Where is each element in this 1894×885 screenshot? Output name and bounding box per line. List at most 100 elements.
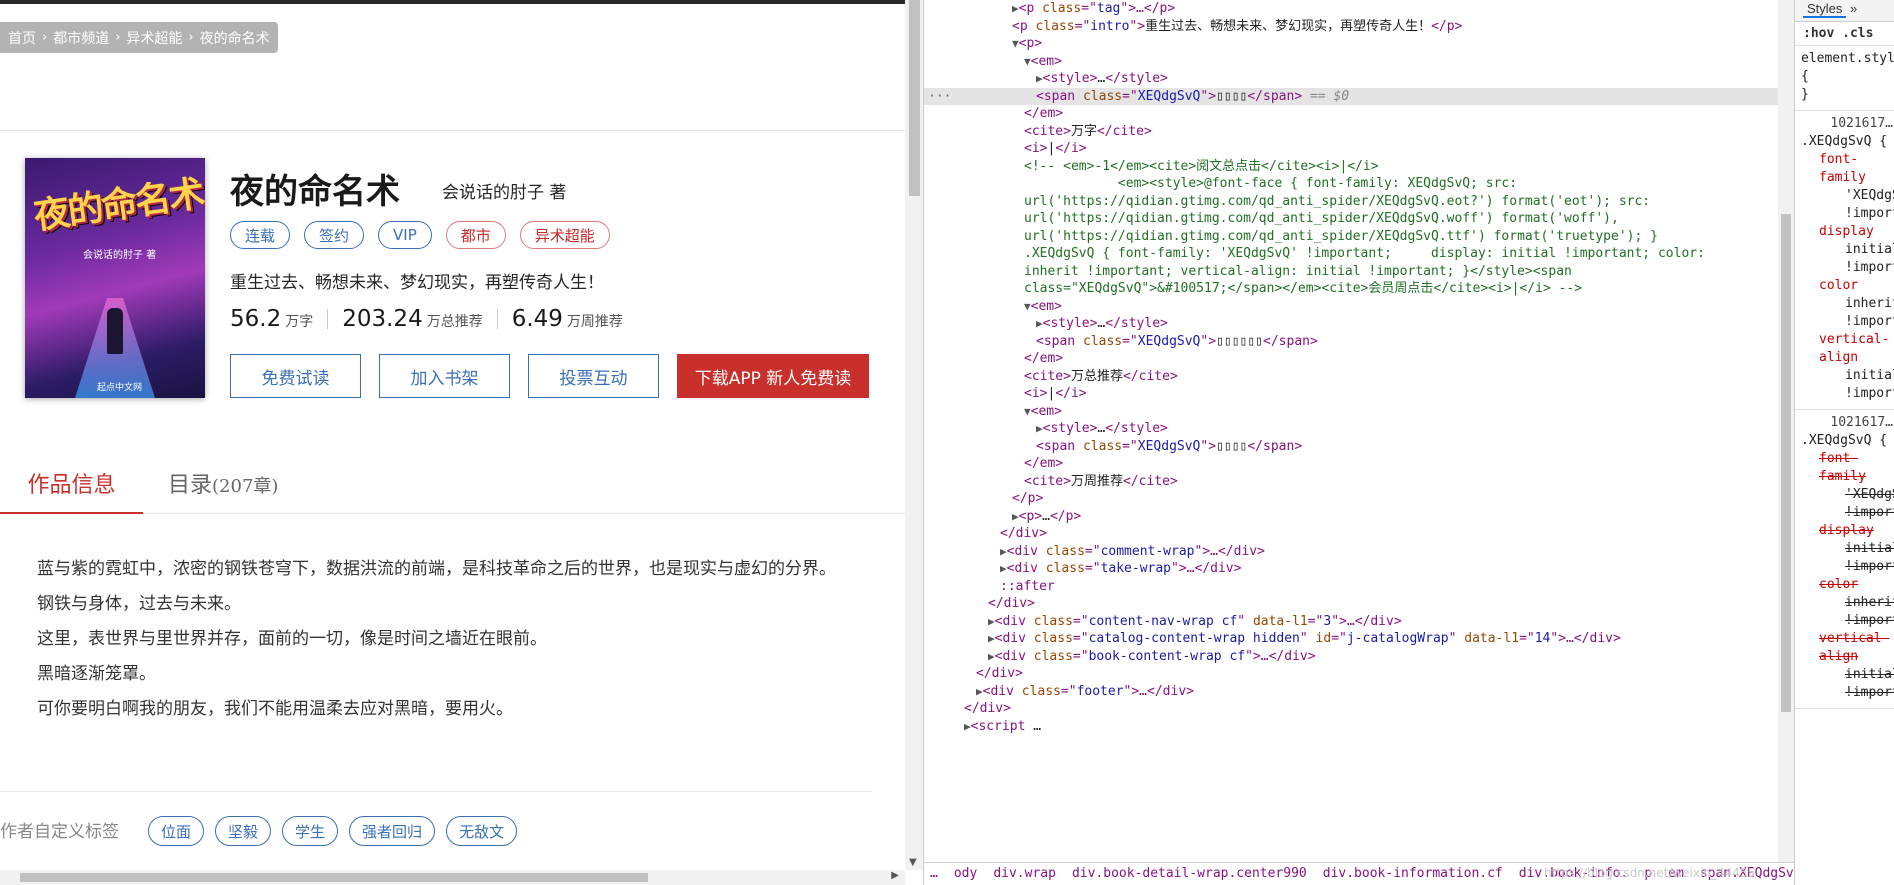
book-tag[interactable]: 异术超能 — [519, 221, 610, 249]
css-property-name[interactable]: font-family — [1801, 450, 1894, 486]
dom-node-line[interactable]: ▶<style>…</style> — [924, 315, 1778, 333]
dom-node-line[interactable]: class="XEQdgSvQ">&#100517;</span></em><c… — [924, 280, 1778, 298]
css-property-name[interactable]: color — [1801, 277, 1894, 295]
dom-node-line[interactable]: <cite>万周推荐</cite> — [924, 473, 1778, 491]
download-app-button[interactable]: 下载APP 新人免费读 — [677, 354, 869, 398]
custom-tag[interactable]: 位面 — [148, 816, 205, 846]
scroll-right-icon[interactable]: ▶ — [891, 870, 899, 881]
expand-toggle-icon[interactable]: ▼ — [1024, 405, 1031, 418]
expand-toggle-icon[interactable]: ▶ — [988, 615, 995, 628]
book-tag[interactable]: VIP — [378, 221, 432, 249]
dom-node-line[interactable]: <p class="intro">重生过去、畅想未来、梦幻现实，再塑传奇人生！<… — [924, 18, 1778, 36]
dom-node-line[interactable]: <!-- <em>-1</em><cite>阅文总点击</cite><i>|</… — [924, 158, 1778, 176]
css-property-value[interactable]: initial !important — [1801, 367, 1894, 403]
custom-tag[interactable]: 坚毅 — [215, 816, 272, 846]
expand-toggle-icon[interactable]: ▶ — [1000, 545, 1007, 558]
dom-node-line[interactable]: ▶<style>…</style> — [924, 420, 1778, 438]
dom-breadcrumb-item[interactable]: div.book-information.cf — [1323, 866, 1503, 881]
dom-node-line[interactable]: ▼<em> — [924, 53, 1778, 71]
css-property-value[interactable]: inherit !important — [1801, 594, 1894, 630]
book-tag[interactable]: 都市 — [445, 221, 506, 249]
book-tag[interactable]: 签约 — [304, 221, 365, 249]
dom-node-line[interactable]: </em> — [924, 455, 1778, 473]
expand-toggle-icon[interactable]: ▶ — [964, 720, 971, 733]
expand-toggle-icon[interactable]: ▼ — [1024, 55, 1031, 68]
dom-node-line[interactable]: </div> — [924, 700, 1778, 718]
dom-node-line[interactable]: ▶<div class="content-nav-wrap cf" data-l… — [924, 613, 1778, 631]
add-to-shelf-button[interactable]: 加入书架 — [379, 354, 510, 398]
scrollbar-thumb[interactable] — [1781, 214, 1791, 712]
dom-breadcrumb-item[interactable]: div.book-detail-wrap.center990 — [1072, 866, 1307, 881]
dom-node-line[interactable]: ▶<style>…</style> — [924, 70, 1778, 88]
dom-node-line[interactable]: <span class="XEQdgSvQ">▯▯▯▯▯▯</span> — [924, 333, 1778, 351]
css-property-name[interactable]: display — [1801, 522, 1894, 540]
scrollbar-thumb[interactable] — [909, 0, 920, 196]
book-cover[interactable]: 夜的命名术 会说话的肘子 著 起点中文网 — [25, 158, 205, 398]
scrollbar-thumb[interactable] — [20, 873, 648, 882]
dom-node-line[interactable]: <i>|</i> — [924, 385, 1778, 403]
css-property-value[interactable]: initial !important — [1801, 666, 1894, 702]
custom-tag[interactable]: 无敌文 — [446, 816, 518, 846]
scroll-down-icon[interactable]: ▼ — [909, 857, 917, 868]
dom-node-line[interactable]: inherit !important; vertical-align: init… — [924, 263, 1778, 281]
dom-node-line[interactable]: </p> — [924, 490, 1778, 508]
elements-scrollbar[interactable] — [1778, 0, 1794, 862]
dom-node-line[interactable]: ▶<div class="take-wrap">…</div> — [924, 560, 1778, 578]
breadcrumb-home[interactable]: 首页 — [8, 28, 36, 48]
dom-node-line[interactable]: </em> — [924, 350, 1778, 368]
dom-node-line[interactable]: url('https://qidian.gtimg.com/qd_anti_sp… — [924, 210, 1778, 228]
expand-toggle-icon[interactable]: ▼ — [1024, 300, 1031, 313]
expand-toggle-icon[interactable]: ▶ — [988, 650, 995, 663]
expand-toggle-icon[interactable]: ▶ — [1036, 317, 1043, 330]
css-property-name[interactable]: font-family — [1801, 151, 1894, 187]
vote-button[interactable]: 投票互动 — [528, 354, 659, 398]
elements-tree[interactable]: ▶<p class="tag">…</p> <p class="intro">重生… — [924, 0, 1778, 862]
css-property-name[interactable]: display — [1801, 223, 1894, 241]
dom-node-line[interactable]: ▼<em> — [924, 403, 1778, 421]
css-property-value[interactable]: initial !important — [1801, 540, 1894, 576]
tab-catalog[interactable]: 目录(207章) — [168, 466, 278, 507]
css-property-value[interactable]: initial !important — [1801, 241, 1894, 277]
css-property-name[interactable]: vertical-align — [1801, 331, 1894, 367]
dom-node-line[interactable]: ::after — [924, 578, 1778, 596]
dom-node-line[interactable]: ▶<div class="comment-wrap">…</div> — [924, 543, 1778, 561]
css-property-value[interactable]: inherit !important — [1801, 295, 1894, 331]
horizontal-scrollbar[interactable]: ▶ — [0, 870, 905, 885]
more-options-icon[interactable]: ··· — [928, 88, 951, 106]
vertical-scrollbar[interactable]: ▼ — [905, 0, 923, 870]
dom-node-line[interactable]: </div> — [924, 525, 1778, 543]
expand-toggle-icon[interactable]: ▶ — [988, 632, 995, 645]
tab-book-info[interactable]: 作品信息 — [0, 466, 143, 514]
rule-source-link[interactable]: 1021617… — [1801, 414, 1894, 432]
dom-node-line[interactable]: <i>|</i> — [924, 140, 1778, 158]
custom-tag[interactable]: 强者回归 — [349, 816, 436, 846]
dom-node-line[interactable]: </div> — [924, 665, 1778, 683]
expand-toggle-icon[interactable]: ▶ — [1036, 72, 1043, 85]
breadcrumb-genre[interactable]: 异术超能 — [126, 28, 182, 48]
dom-node-line[interactable]: ▶<div class="catalog-content-wrap hidden… — [924, 630, 1778, 648]
dom-node-line[interactable]: ▶<script … — [924, 718, 1778, 736]
expand-toggle-icon[interactable]: ▼ — [1012, 37, 1019, 50]
custom-tag[interactable]: 学生 — [282, 816, 339, 846]
breadcrumb-current[interactable]: 夜的命名术 — [200, 28, 270, 48]
dom-node-line[interactable]: url('https://qidian.gtimg.com/qd_anti_sp… — [924, 228, 1778, 246]
rule-source-link[interactable]: 1021617… — [1801, 115, 1894, 133]
dom-node-line[interactable]: </em> — [924, 105, 1778, 123]
dom-node-line[interactable]: <span class="XEQdgSvQ">▯▯▯▯</span> — [924, 438, 1778, 456]
dom-node-line[interactable]: ▼<p> — [924, 35, 1778, 53]
dom-node-line[interactable]: ▼<em> — [924, 298, 1778, 316]
dom-node-line[interactable]: <em><style>@font-face { font-family: XEQ… — [924, 175, 1778, 193]
expand-toggle-icon[interactable]: ▶ — [1012, 510, 1019, 523]
dom-breadcrumb-item[interactable]: div.wrap — [993, 866, 1056, 881]
dom-node-line[interactable]: <cite>万总推荐</cite> — [924, 368, 1778, 386]
breadcrumb-ellipsis[interactable]: … — [930, 866, 938, 881]
dom-node-line[interactable]: .XEQdgSvQ { font-family: 'XEQdgSvQ' !imp… — [924, 245, 1778, 263]
free-read-button[interactable]: 免费试读 — [230, 354, 361, 398]
tab-styles[interactable]: Styles — [1803, 1, 1847, 18]
book-author[interactable]: 会说话的肘子 著 — [442, 178, 566, 203]
dom-node-line[interactable]: </div> — [924, 595, 1778, 613]
css-property-name[interactable]: vertical-align — [1801, 630, 1894, 666]
dom-node-line[interactable]: ▶<p>…</p> — [924, 508, 1778, 526]
styles-filter[interactable]: :hov .cls — [1795, 22, 1894, 46]
dom-node-line[interactable]: ▶<div class="book-content-wrap cf">…</di… — [924, 648, 1778, 666]
